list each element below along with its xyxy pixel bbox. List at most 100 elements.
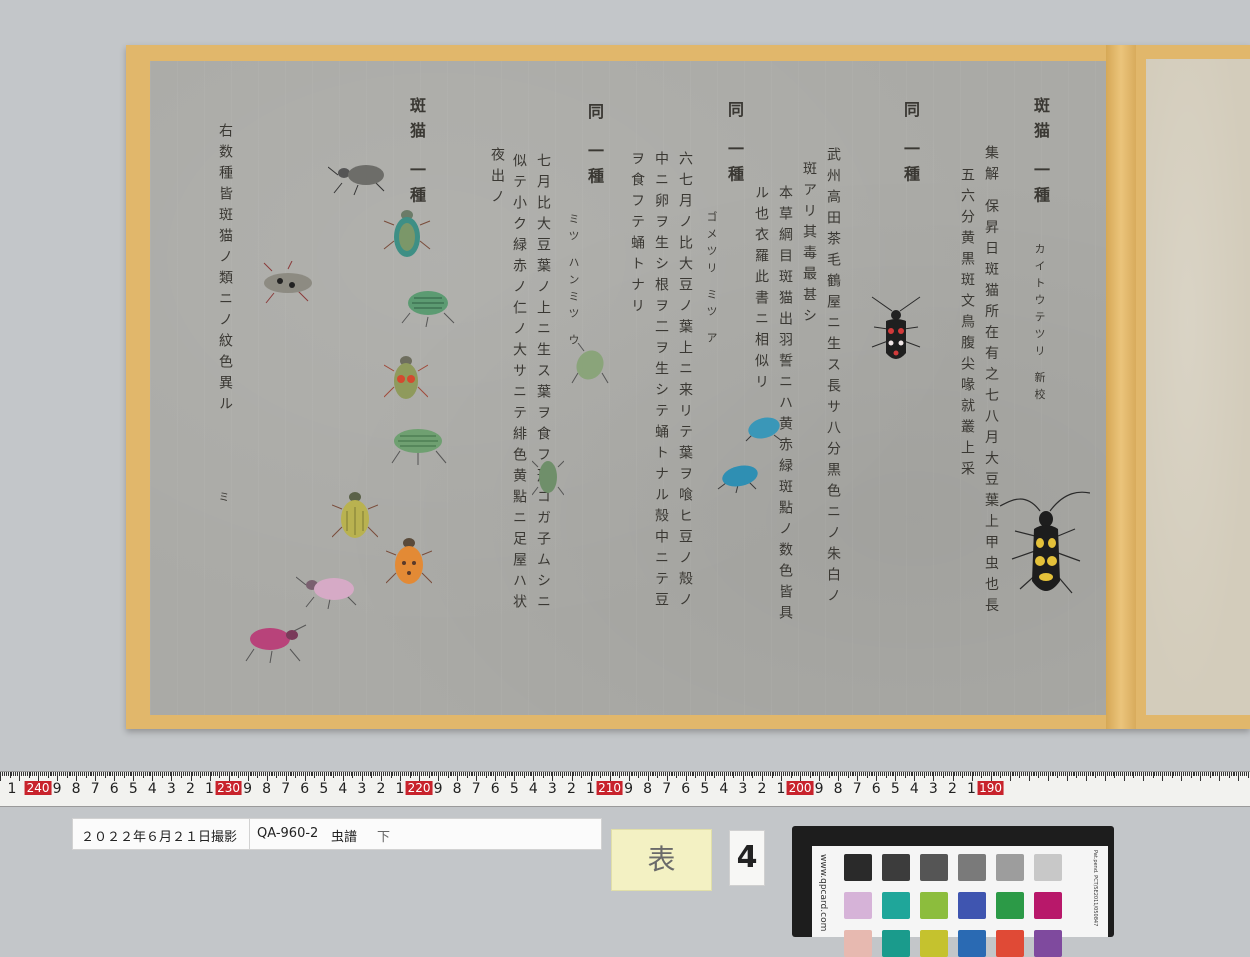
ruler-tick [852,772,853,776]
ruler-number: 5 [129,781,138,797]
ruler-tick [139,772,140,776]
ruler-tick [890,772,891,776]
ruler-tick [716,772,717,776]
ruler-tick [480,772,481,776]
ruler-tick [253,772,254,776]
ruler-tick [484,772,485,776]
ruler-tick [560,772,561,776]
ruler-tick [455,772,456,776]
entry-text: 斑アリ其毒最甚シ [802,161,816,329]
ruler-tick [812,772,813,776]
ruler-number: 4 [338,781,347,797]
ruler-tick [1225,772,1226,776]
measuring-ruler: 1240987654321230987654321220987654321210… [0,771,1250,807]
ruler-tick [522,772,523,776]
ruler-tick [1162,772,1163,781]
green-striped-beetle-illustration [386,421,450,465]
ruler-tick [1145,772,1146,776]
ruler-tick [524,772,525,778]
ruler-tick [819,772,820,781]
ruler-tick [1147,772,1148,776]
ruler-tick [1196,772,1197,776]
ruler-major-number: 220 [406,781,433,795]
ruler-tick [137,772,138,776]
ruler-number: 1 [396,781,405,797]
ruler-tick [76,772,77,781]
ruler-tick [962,772,963,778]
ruler-tick [1025,772,1026,776]
ruler-tick [686,772,687,781]
ruler-tick [579,772,580,776]
ruler-tick [358,772,359,776]
ruler-tick [869,772,870,776]
ruler-tick [337,772,338,776]
ruler-tick [200,772,201,778]
ruler-tick [1092,772,1093,776]
ruler-tick [491,772,492,776]
orange-beetle-illustration [386,531,432,591]
ruler-tick [413,772,414,776]
ruler-tick [427,772,428,776]
ruler-tick [1128,772,1129,776]
ruler-tick [671,772,672,776]
ruler-tick [1088,772,1089,776]
ruler-tick [23,772,24,776]
ruler-tick [131,772,132,776]
ruler-tick [457,772,458,781]
ruler-tick [855,772,856,776]
spotted-beetle-illustration [258,261,318,305]
ruler-tick [1215,772,1216,776]
ruler-tick [206,772,207,776]
ruler-tick [785,772,786,776]
ruler-tick [699,772,700,776]
ruler-tick [937,772,938,776]
ruler-tick [754,772,755,776]
ruler-tick [872,772,873,776]
green-striped-beetle-illustration [398,283,458,327]
ruler-tick [69,772,70,776]
ruler-tick [1227,772,1228,776]
ruler-tick [377,772,378,776]
ruler-major-number: 190 [977,781,1004,795]
ruler-tick [1069,772,1070,776]
ruler-tick [34,772,35,776]
ruler-tick [1090,772,1091,776]
ruler-number: 6 [872,781,881,797]
ruler-tick [97,772,98,776]
ruler-tick [987,772,988,776]
ruler-tick [152,772,153,781]
color-swatch [920,930,948,957]
ruler-tick [373,772,374,776]
color-swatch [844,854,872,881]
ruler-tick [991,772,992,781]
ruler-tick [859,772,860,776]
ruler-tick [589,772,590,776]
ruler-tick [1223,772,1224,776]
ruler-tick [352,772,353,778]
ruler-tick [996,772,997,776]
ruler-tick [99,772,100,776]
ruler-tick [78,772,79,776]
ruler-tick [914,772,915,781]
ruler-tick [109,772,110,776]
ruler-tick [581,772,582,778]
ruler-number: 7 [853,781,862,797]
entry-title: 同 一種 [726,101,742,191]
ruler-tick [86,772,87,778]
ruler-tick [1229,772,1230,778]
entry-title: 斑猫 一種 [408,97,424,212]
ruler-tick [210,772,211,781]
ruler-tick [693,772,694,776]
ruler-tick [928,772,929,776]
ruler-tick [305,772,306,781]
ruler-tick [1073,772,1074,776]
ruler-tick [646,772,647,776]
ruler-tick [787,772,788,776]
ruler-tick [187,772,188,776]
ruler-tick [1122,772,1123,776]
ruler-tick [301,772,302,776]
ruler-tick [223,772,224,776]
ruler-number: 4 [719,781,728,797]
ruler-tick [930,772,931,776]
ruler-tick [781,772,782,781]
